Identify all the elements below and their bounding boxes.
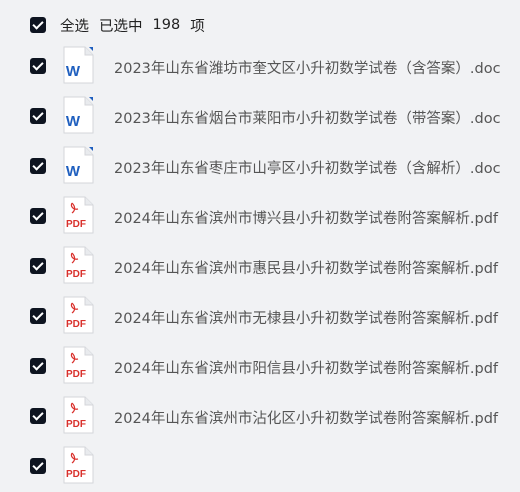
pdf-file-icon: PDF (62, 396, 94, 434)
pdf-icon-label: PDF (66, 369, 86, 380)
select-all-label[interactable]: 全选 (60, 15, 89, 36)
pdf-file-icon: PDF (62, 346, 94, 384)
doc-icon-label: W (66, 163, 81, 180)
file-name[interactable]: 2024年山东省滨州市阳信县小升初数学试卷附答案解析.pdf (114, 357, 498, 378)
pdf-icon-label: PDF (66, 319, 86, 330)
file-checkbox[interactable] (30, 258, 46, 274)
pdf-file-icon: PDF (62, 446, 94, 484)
pdf-file-icon: PDF (62, 246, 94, 284)
file-row[interactable]: PDF 2024年山东省滨州市博兴县小升初数学试卷附答案解析.pdf (0, 192, 520, 242)
file-name[interactable]: 2023年山东省潍坊市奎文区小升初数学试卷（含答案）.doc (114, 57, 501, 78)
file-checkbox[interactable] (30, 308, 46, 324)
pdf-file-icon: PDF (62, 196, 94, 234)
file-selection-panel: 全选 已选中 198 项 W 2023年山东省潍坊市奎文区小升初数学试卷（含答案）… (0, 0, 520, 484)
file-name[interactable]: 2024年山东省滨州市无棣县小升初数学试卷附答案解析.pdf (114, 307, 498, 328)
file-checkbox[interactable] (30, 208, 46, 224)
selected-count: 198 (152, 17, 181, 33)
pdf-icon-label: PDF (66, 269, 86, 280)
selected-label: 已选中 (99, 18, 143, 35)
file-name[interactable]: 2023年山东省烟台市莱阳市小升初数学试卷（带答案）.doc (114, 107, 501, 128)
file-row[interactable]: PDF 2024年山东省滨州市无棣县小升初数学试卷附答案解析.pdf (0, 292, 520, 342)
pdf-icon-label: PDF (66, 469, 86, 480)
file-row[interactable]: W 2023年山东省烟台市莱阳市小升初数学试卷（带答案）.doc (0, 92, 520, 142)
file-row[interactable]: PDF 2024年山东省滨州市惠民县小升初数学试卷附答案解析.pdf (0, 242, 520, 292)
file-name[interactable]: 2024年山东省滨州市惠民县小升初数学试卷附答案解析.pdf (114, 257, 498, 278)
file-row[interactable]: PDF 2024年山东省滨州市阳信县小升初数学试卷附答案解析.pdf (0, 342, 520, 392)
file-checkbox[interactable] (30, 358, 46, 374)
file-row[interactable]: W 2023年山东省潍坊市奎文区小升初数学试卷（含答案）.doc (0, 42, 520, 92)
file-name[interactable]: 2024年山东省滨州市沾化区小升初数学试卷附答案解析.pdf (114, 407, 498, 428)
word-doc-icon: W (62, 96, 94, 134)
pdf-icon-label: PDF (66, 219, 86, 230)
select-all-checkbox[interactable] (30, 17, 46, 33)
word-doc-icon: W (62, 46, 94, 84)
doc-icon-label: W (66, 63, 81, 80)
file-row[interactable]: PDF 2024年山东省滨州市沾化区小升初数学试卷附答案解析.pdf (0, 392, 520, 442)
file-list: W 2023年山东省潍坊市奎文区小升初数学试卷（含答案）.doc W 2023年山东省… (0, 42, 520, 492)
pdf-icon-label: PDF (66, 419, 86, 430)
file-name[interactable]: 2024年山东省滨州市博兴县小升初数学试卷附答案解析.pdf (114, 207, 498, 228)
select-all-header: 全选 已选中 198 项 (30, 14, 205, 36)
file-name[interactable]: 2023年山东省枣庄市山亭区小升初数学试卷（含解析）.doc (114, 157, 501, 178)
file-row[interactable]: W 2023年山东省枣庄市山亭区小升初数学试卷（含解析）.doc (0, 142, 520, 192)
file-checkbox[interactable] (30, 458, 46, 474)
file-checkbox[interactable] (30, 58, 46, 74)
file-checkbox[interactable] (30, 158, 46, 174)
doc-icon-label: W (66, 113, 81, 130)
pdf-file-icon: PDF (62, 296, 94, 334)
selected-unit: 项 (190, 18, 205, 35)
file-checkbox[interactable] (30, 408, 46, 424)
word-doc-icon: W (62, 146, 94, 184)
file-checkbox[interactable] (30, 108, 46, 124)
